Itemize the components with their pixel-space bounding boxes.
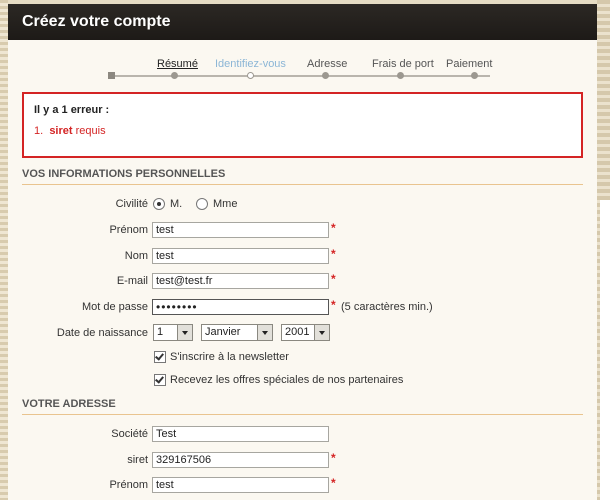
address-firstname-label: Prénom [109,479,148,491]
civility-label-mme: Mme [213,198,238,210]
password-input[interactable]: •••••••• [152,299,329,315]
checkout-steps: Résumé Identifiez-vous Adresse Frais de … [8,40,597,84]
lastname-input[interactable]: test [152,248,329,264]
firstname-label: Prénom [109,224,148,236]
step-node-start [108,72,115,79]
required-mark: * [331,451,336,465]
error-item: 1. siret requis [34,125,106,137]
chevron-down-icon [314,325,329,340]
required-mark: * [331,272,336,286]
step-identify: Identifiez-vous [215,58,286,70]
step-node-shipping [397,72,404,79]
page-edge [600,200,610,500]
step-shipping: Frais de port [372,58,434,70]
birth-month-value: Janvier [205,326,241,338]
civility-radio-m[interactable] [153,198,165,210]
step-node-identify [247,72,254,79]
step-address: Adresse [307,58,348,70]
birth-day-select[interactable]: 1 [153,324,193,341]
firstname-input[interactable]: test [152,222,329,238]
background-texture-left [0,0,8,500]
personal-section-title: VOS INFORMATIONS PERSONNELLES [22,168,226,180]
birth-month-select[interactable]: Janvier [201,324,273,341]
required-mark: * [331,298,336,312]
page-header: Créez votre compte [8,4,597,40]
password-label: Mot de passe [81,301,148,313]
step-node-payment [471,72,478,79]
required-mark: * [331,221,336,235]
civility-radio-mme[interactable] [196,198,208,210]
address-section-title: VOTRE ADRESSE [22,398,116,410]
siret-input[interactable]: 329167506 [152,452,329,468]
error-number: 1. [34,125,44,137]
company-label: Société [111,428,148,440]
birth-year-select[interactable]: 2001 [281,324,330,341]
email-input[interactable]: test@test.fr [152,273,329,289]
steps-track [110,75,490,77]
newsletter-label: S'inscrire à la newsletter [170,351,289,363]
birth-day-value: 1 [157,326,164,338]
address-firstname-input[interactable]: test [152,477,329,493]
step-node-resume [171,72,178,79]
error-field: siret [49,125,73,137]
error-message: requis [75,125,106,137]
page-title: Créez votre compte [22,13,171,30]
step-node-address [322,72,329,79]
siret-label: siret [127,454,148,466]
step-resume[interactable]: Résumé [157,58,198,70]
chevron-down-icon [257,325,272,340]
lastname-label: Nom [124,250,148,262]
section-divider [22,414,583,415]
newsletter-checkbox[interactable] [154,351,166,363]
birth-year-value: 2001 [285,326,310,338]
civility-label: Civilité [115,198,148,210]
password-hint: (5 caractères min.) [341,301,433,313]
error-title: Il y a 1 erreur : [34,104,110,116]
civility-label-m: M. [170,198,183,210]
company-input[interactable]: Test [152,426,329,442]
partner-offers-label: Recevez les offres spéciales de nos part… [170,374,404,386]
step-payment: Paiement [446,58,493,70]
chevron-down-icon [177,325,192,340]
email-label: E-mail [116,275,148,287]
section-divider [22,184,583,185]
birthdate-label: Date de naissance [56,327,148,339]
required-mark: * [331,247,336,261]
error-box: Il y a 1 erreur : 1. siret requis [22,92,583,158]
required-mark: * [331,476,336,490]
partner-offers-checkbox[interactable] [154,374,166,386]
